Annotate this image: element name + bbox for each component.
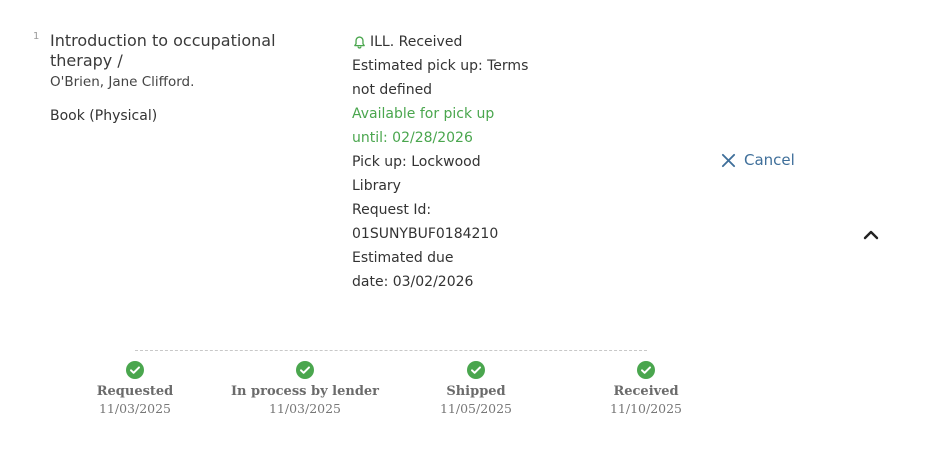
tracking-step-label: Received [613,384,679,399]
check-circle-icon [467,361,485,379]
close-icon [721,153,736,167]
check-circle-icon [296,361,314,379]
cancel-label: Cancel [744,151,795,169]
tracking-step-date: 11/03/2025 [98,401,172,416]
item-author: O'Brien, Jane Clifford. [50,74,195,90]
tracking-step-label: In process by lender [230,384,380,399]
estimated-pickup: Estimated pick up: Terms not defined [352,58,529,98]
pickup-location: Pick up: Lockwood Library [352,154,481,194]
check-circle-icon [126,361,144,379]
check-circle-icon [637,361,655,379]
request-status-text: ILL. Received [370,34,463,50]
cancel-request-button[interactable]: Cancel [721,151,795,169]
request-details: ILL. Received Estimated pick up: Terms n… [352,30,542,294]
tracking-step-date: 11/10/2025 [609,401,683,416]
tracking-step-in-process: In process by lender 11/03/2025 [220,361,390,417]
tracking-step-received: Received 11/10/2025 [561,361,731,417]
tracking-step-label: Requested [96,384,174,399]
availability-notice: Available for pick up until: 02/28/2026 [352,106,495,146]
tracking-step-requested: Requested 11/03/2025 [50,361,220,417]
request-status: ILL. Received [352,30,542,54]
item-index: 1 [33,31,40,42]
item-format: Book (Physical) [50,108,158,124]
estimated-due-date: Estimated due date: 03/02/2026 [352,250,474,290]
bell-icon [354,35,365,49]
request-id: Request Id: 01SUNYBUF0184210 [352,202,499,242]
chevron-up-icon[interactable] [861,225,881,245]
tracking-line [135,350,647,351]
tracking-step-label: Shipped [446,384,506,399]
item-title[interactable]: Introduction to occupational therapy / [50,31,310,71]
tracking-step-shipped: Shipped 11/05/2025 [391,361,561,417]
tracking-step-date: 11/05/2025 [439,401,513,416]
tracking-step-date: 11/03/2025 [268,401,342,416]
